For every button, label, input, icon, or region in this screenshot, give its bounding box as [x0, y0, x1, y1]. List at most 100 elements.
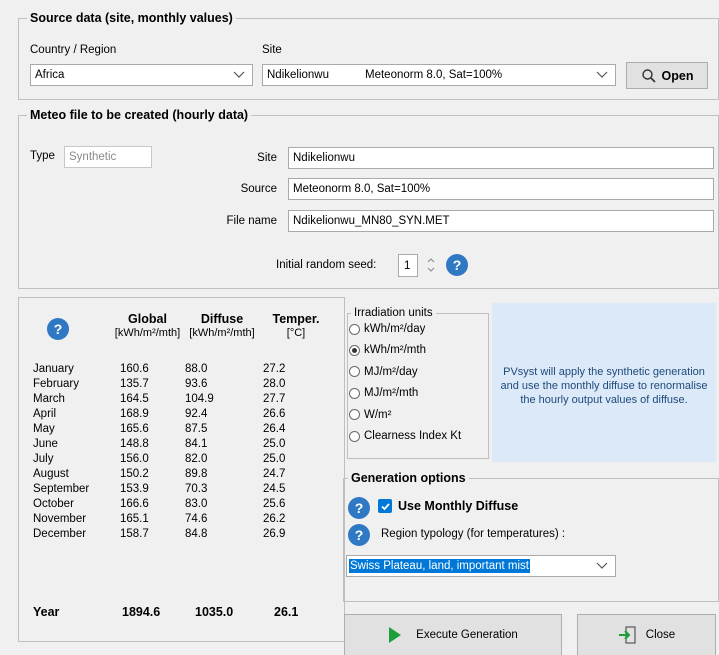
close-button[interactable]: Close [577, 614, 716, 655]
temp-cell: 26.9 [263, 527, 286, 540]
temp-cell: 27.7 [263, 392, 286, 405]
global-unit: [kWh/m²/mth] [114, 327, 181, 339]
table-row: July 156.0 82.0 25.0 [33, 451, 326, 466]
column-header-global: Global [kWh/m²/mth] [110, 312, 185, 339]
use-monthly-diffuse-checkbox[interactable] [378, 499, 392, 513]
execute-button-label: Execute Generation [416, 629, 518, 641]
month-cell: February [33, 377, 80, 390]
generation-options-group: Generation options [343, 471, 719, 602]
type-field: Synthetic [64, 146, 152, 168]
radio-label: W/m² [364, 408, 392, 421]
chevron-down-icon [596, 562, 608, 569]
filename-value: Ndikelionwu_MN80_SYN.MET [293, 215, 450, 227]
global-cell: 156.0 [120, 452, 149, 465]
diffuse-help-icon[interactable]: ? [348, 497, 370, 519]
temper-header: Temper. [272, 312, 320, 326]
month-cell: May [33, 422, 55, 435]
diffuse-header: Diffuse [200, 312, 244, 326]
table-row: January 160.6 88.0 27.2 [33, 361, 326, 376]
temp-cell: 26.6 [263, 407, 286, 420]
month-cell: December [33, 527, 87, 540]
diffuse-cell: 104.9 [185, 392, 214, 405]
global-cell: 150.2 [120, 467, 149, 480]
site-value: Ndikelionwu [267, 69, 330, 81]
info-box: PVsyst will apply the synthetic generati… [492, 303, 716, 462]
diffuse-cell: 84.1 [185, 437, 208, 450]
seed-help-icon[interactable]: ? [446, 254, 468, 276]
year-diffuse: 1035.0 [195, 605, 234, 619]
diffuse-cell: 93.6 [185, 377, 208, 390]
diffuse-cell: 92.4 [185, 407, 208, 420]
execute-generation-button[interactable]: Execute Generation [344, 614, 562, 655]
global-cell: 148.8 [120, 437, 149, 450]
site-source-value: Meteonorm 8.0, Sat=100% [365, 69, 503, 81]
country-select[interactable]: Africa [30, 64, 253, 86]
month-cell: November [33, 512, 87, 525]
table-row: April 168.9 92.4 26.6 [33, 406, 326, 421]
radio-label: MJ/m²/mth [364, 387, 419, 400]
year-temp: 26.1 [274, 605, 299, 619]
meteo-source-value: Meteonorm 8.0, Sat=100% [293, 183, 431, 195]
global-cell: 165.1 [120, 512, 149, 525]
irradiation-unit-option[interactable]: kWh/m²/day [349, 323, 425, 335]
seed-stepper[interactable]: 1 [398, 254, 418, 277]
meteo-source-label: Source [240, 183, 277, 195]
close-button-label: Close [645, 629, 676, 641]
use-monthly-diffuse-label[interactable]: Use Monthly Diffuse [398, 499, 518, 513]
radio-button-icon [349, 366, 360, 378]
spin-arrows-icon[interactable] [426, 256, 436, 274]
year-global: 1894.6 [122, 605, 161, 619]
region-typology-select[interactable]: Swiss Plateau, land, important mist [346, 555, 616, 577]
search-icon [641, 68, 656, 83]
diffuse-cell: 83.0 [185, 497, 208, 510]
month-cell: July [33, 452, 54, 465]
filename-field[interactable]: Ndikelionwu_MN80_SYN.MET [288, 210, 714, 232]
month-cell: June [33, 437, 58, 450]
month-cell: January [33, 362, 74, 375]
global-header: Global [128, 312, 167, 326]
open-button[interactable]: Open [626, 62, 708, 89]
global-cell: 164.5 [120, 392, 149, 405]
meteo-site-label: Site [257, 152, 277, 164]
checkmark-icon [380, 502, 390, 510]
table-row: August 150.2 89.8 24.7 [33, 466, 326, 481]
diffuse-cell: 82.0 [185, 452, 208, 465]
country-value: Africa [35, 69, 65, 81]
radio-button-icon [349, 409, 360, 421]
meteo-file-title: Meteo file to be created (hourly data) [27, 108, 252, 122]
irradiation-unit-option[interactable]: Clearness Index Kt [349, 430, 461, 442]
table-row: September 153.9 70.3 24.5 [33, 481, 326, 496]
seed-value: 1 [404, 259, 411, 272]
seed-label: Initial random seed: [276, 259, 377, 271]
irradiation-unit-option[interactable]: W/m² [349, 409, 391, 421]
irradiation-unit-option[interactable]: MJ/m²/day [349, 366, 418, 378]
irradiation-unit-option[interactable]: kWh/m²/mth [349, 344, 426, 356]
temp-cell: 26.2 [263, 512, 286, 525]
meteo-site-field[interactable]: Ndikelionwu [288, 147, 714, 169]
temp-cell: 26.4 [263, 422, 286, 435]
radio-label: kWh/m²/day [364, 323, 426, 335]
region-typology-value: Swiss Plateau, land, important mist [349, 559, 530, 573]
global-cell: 166.6 [120, 497, 149, 510]
month-cell: March [33, 392, 65, 405]
site-select[interactable]: Ndikelionwu Meteonorm 8.0, Sat=100% [262, 64, 616, 86]
diffuse-cell: 87.5 [185, 422, 208, 435]
region-help-icon[interactable]: ? [348, 524, 370, 546]
irradiation-unit-option[interactable]: MJ/m²/mth [349, 387, 418, 399]
monthly-table: January 160.6 88.0 27.2 February 135.7 93.6 28.… [33, 361, 326, 541]
table-row: June 148.8 84.1 25.0 [33, 436, 326, 451]
diffuse-cell: 70.3 [185, 482, 208, 495]
global-cell: 158.7 [120, 527, 149, 540]
meteo-source-field[interactable]: Meteonorm 8.0, Sat=100% [288, 178, 714, 200]
radio-button-icon [349, 430, 360, 442]
type-value: Synthetic [69, 151, 117, 163]
radio-button-icon [349, 323, 360, 335]
global-cell: 160.6 [120, 362, 149, 375]
month-cell: September [33, 482, 90, 495]
table-row: May 165.6 87.5 26.4 [33, 421, 326, 436]
table-help-icon[interactable]: ? [47, 318, 69, 340]
temp-cell: 24.5 [263, 482, 286, 495]
generation-options-title: Generation options [348, 471, 469, 485]
table-row: November 165.1 74.6 26.2 [33, 511, 326, 526]
temp-cell: 24.7 [263, 467, 286, 480]
